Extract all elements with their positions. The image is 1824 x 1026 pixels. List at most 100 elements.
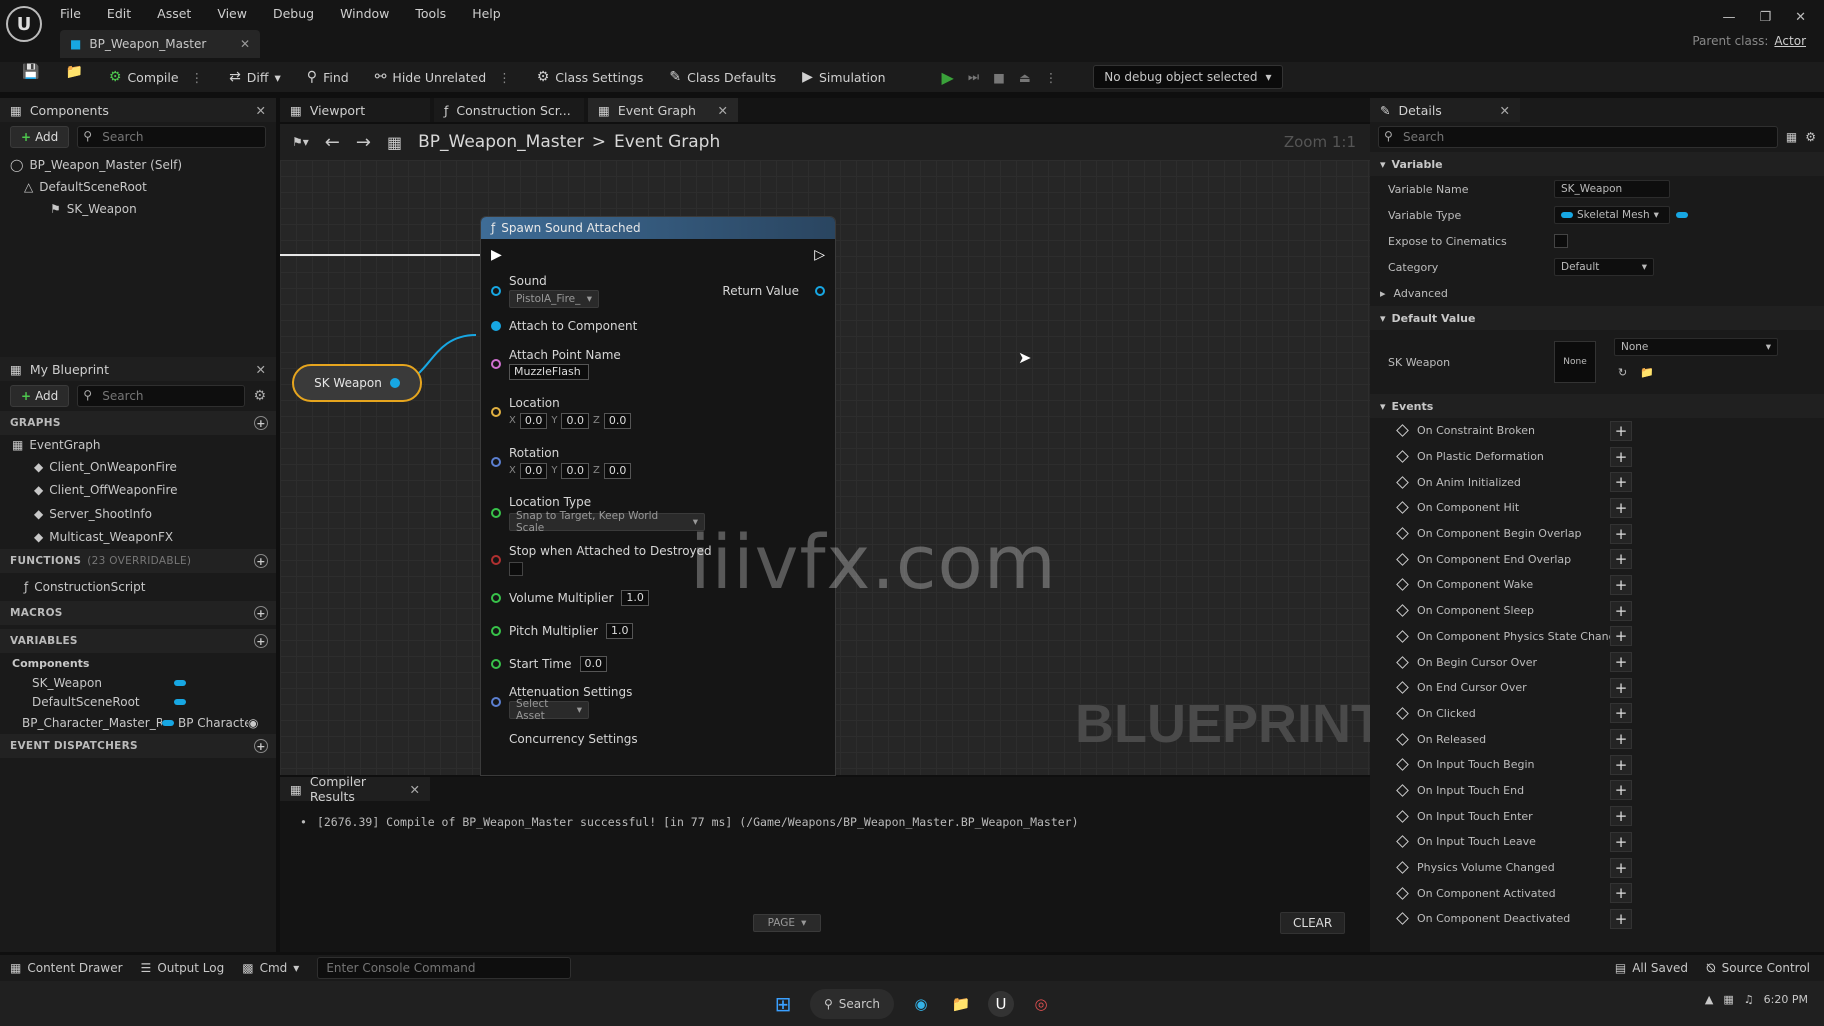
stop-destroyed-checkbox[interactable] (509, 562, 523, 576)
tab-construction-script[interactable]: ƒ Construction Scr... (434, 98, 584, 122)
class-settings-button[interactable]: ⚙ Class Settings (527, 64, 654, 90)
source-control-button[interactable]: ⦰ Source Control (1706, 961, 1810, 976)
page-select[interactable]: PAGE ▾ (753, 914, 821, 932)
rotation-z-input[interactable]: 0.0 (603, 462, 632, 479)
variable-item[interactable]: SK_Weapon (0, 673, 276, 692)
add-event-button[interactable]: + (1610, 497, 1632, 518)
close-icon[interactable]: ✕ (256, 103, 266, 118)
add-macro-icon[interactable]: + (254, 606, 268, 620)
variables-section[interactable]: VARIABLES + (0, 629, 276, 653)
close-window-icon[interactable]: ✕ (1795, 10, 1806, 25)
taskbar-search[interactable]: ⚲ Search (809, 988, 895, 1019)
add-event-button[interactable]: + (1610, 652, 1632, 673)
add-function-icon[interactable]: + (254, 554, 268, 568)
console-command-input[interactable] (317, 957, 572, 979)
hide-unrelated-button[interactable]: ⚯ Hide Unrelated ⋮ (365, 64, 521, 90)
volume-pin[interactable] (491, 592, 501, 603)
macros-section[interactable]: MACROS + (0, 601, 276, 625)
rotation-x-input[interactable]: 0.0 (519, 462, 548, 479)
variable-type-select[interactable]: Skeletal Mesh ▾ (1554, 206, 1670, 224)
location-type-pin[interactable] (491, 508, 501, 518)
back-arrow-icon[interactable]: ← (325, 132, 340, 153)
table-view-icon[interactable]: ▦ (1786, 130, 1797, 144)
add-event-button[interactable]: + (1610, 806, 1632, 827)
eye-icon[interactable]: ◉ (248, 716, 258, 730)
expose-cinematics-checkbox[interactable] (1554, 234, 1568, 248)
functions-section[interactable]: FUNCTIONS (23 OVERRIDABLE) + (0, 549, 276, 573)
compile-button[interactable]: ⚙ Compile ⋮ (99, 64, 213, 90)
node-header[interactable]: ƒ Spawn Sound Attached (481, 217, 835, 239)
cmd-select[interactable]: ▩ Cmd ▾ (242, 961, 299, 975)
save-icon[interactable]: 💾 (12, 64, 49, 90)
add-event-button[interactable]: + (1610, 446, 1632, 467)
attenuation-select[interactable]: Select Asset ▾ (509, 698, 589, 722)
add-button[interactable]: + Add (10, 385, 70, 407)
browse-icon[interactable]: 📁 (55, 64, 92, 90)
close-icon[interactable]: ✕ (240, 37, 250, 51)
unreal-engine-icon[interactable]: U (988, 990, 1015, 1017)
output-log-button[interactable]: ☰ Output Log (141, 961, 225, 975)
return-value-pin[interactable] (815, 286, 825, 296)
sound-asset-select[interactable]: PistolA_Fire_Cu▾ (509, 290, 599, 308)
exec-out-pin[interactable]: ▷ (814, 247, 825, 263)
class-defaults-button[interactable]: ✎ Class Defaults (659, 64, 786, 90)
volume-input[interactable]: 1.0 (621, 589, 649, 606)
edge-browser-icon[interactable]: ◉ (908, 991, 934, 1017)
attenuation-pin[interactable] (491, 697, 501, 707)
content-drawer-button[interactable]: ▦ Content Drawer (10, 961, 123, 975)
tree-item-default-scene-root[interactable]: △ DefaultSceneRoot (10, 176, 266, 198)
event-item[interactable]: ◆ Client_OffWeaponFire (0, 479, 276, 503)
menu-file[interactable]: File (60, 6, 81, 21)
add-event-button[interactable]: + (1610, 857, 1632, 878)
gear-icon[interactable]: ⚙ (1805, 130, 1816, 144)
my-blueprint-search-input[interactable] (77, 385, 246, 407)
menu-edit[interactable]: Edit (107, 6, 131, 21)
add-event-button[interactable]: + (1610, 883, 1632, 904)
add-event-button[interactable]: + (1610, 420, 1632, 441)
event-item[interactable]: ◆ Client_OnWeaponFire (0, 455, 276, 479)
close-icon[interactable]: ✕ (410, 782, 420, 797)
location-y-input[interactable]: 0.0 (561, 412, 589, 429)
menu-window[interactable]: Window (340, 6, 389, 21)
add-event-button[interactable]: + (1610, 523, 1632, 544)
spawn-sound-attached-node[interactable]: ƒ Spawn Sound Attached ▶ ▷ Sound PistolA_… (480, 216, 836, 776)
asset-thumbnail[interactable]: None (1554, 341, 1596, 383)
pitch-pin[interactable] (491, 625, 501, 636)
reset-icon[interactable]: ↻ (1618, 366, 1627, 379)
add-graph-icon[interactable]: + (254, 416, 268, 430)
category-select[interactable]: Default ▾ (1554, 258, 1654, 276)
rotation-pin[interactable] (491, 457, 501, 467)
tree-item-self[interactable]: ◯ BP_Weapon_Master (Self) (10, 154, 266, 176)
menu-asset[interactable]: Asset (157, 6, 191, 21)
debug-object-select[interactable]: No debug object selected ▾ (1093, 65, 1283, 89)
add-event-button[interactable]: + (1610, 780, 1632, 801)
variable-name-input[interactable]: SK_Weapon (1554, 180, 1670, 198)
add-event-button[interactable]: + (1610, 549, 1632, 570)
attach-point-pin[interactable] (491, 359, 501, 369)
play-icon[interactable]: ▶ (942, 68, 954, 87)
event-item[interactable]: ◆ Server_ShootInfo (0, 502, 276, 526)
simulation-button[interactable]: ▶ Simulation (792, 64, 895, 90)
variable-item[interactable]: DefaultSceneRoot (0, 692, 276, 711)
variable-section[interactable]: ▾ Variable (1370, 152, 1824, 176)
pitch-input[interactable]: 1.0 (605, 622, 634, 639)
close-icon[interactable]: ✕ (256, 362, 266, 377)
add-event-button[interactable]: + (1610, 908, 1632, 929)
attach-component-pin[interactable] (491, 321, 501, 331)
default-value-section[interactable]: ▾ Default Value (1370, 306, 1824, 330)
tab-viewport[interactable]: ▦ Viewport (280, 98, 430, 122)
stop-destroyed-pin[interactable] (491, 555, 501, 565)
details-tab[interactable]: ✎ Details ✕ (1370, 98, 1520, 122)
location-pin[interactable] (491, 407, 501, 417)
components-search-input[interactable] (77, 126, 266, 148)
add-event-button[interactable]: + (1610, 703, 1632, 724)
location-x-input[interactable]: 0.0 (519, 412, 548, 429)
windows-start-icon[interactable]: ⊞ (770, 991, 796, 1017)
menu-tools[interactable]: Tools (415, 6, 446, 21)
network-icon[interactable]: ▦ (1723, 993, 1733, 1006)
sk-weapon-node[interactable]: SK Weapon (292, 364, 422, 402)
document-tab[interactable]: ■ BP_Weapon_Master ✕ (60, 30, 260, 58)
add-event-button[interactable]: + (1610, 472, 1632, 493)
step-icon[interactable]: ⏭ (968, 69, 979, 85)
breadcrumb-root[interactable]: BP_Weapon_Master (418, 132, 584, 152)
